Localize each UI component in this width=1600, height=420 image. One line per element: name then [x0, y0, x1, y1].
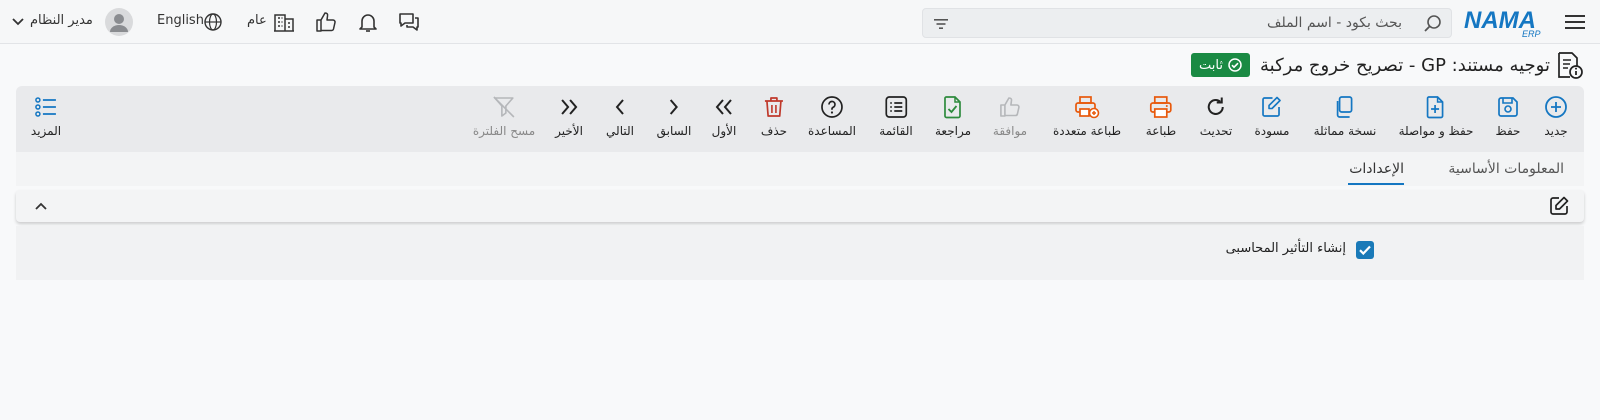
chevron-left-icon	[615, 99, 624, 115]
approve-button[interactable]: موافقة	[993, 94, 1027, 138]
search-input[interactable]	[957, 9, 1402, 37]
section-header	[16, 190, 1584, 222]
svg-text:ERP: ERP	[1522, 29, 1541, 38]
file-check-icon	[944, 96, 961, 119]
double-chevron-left-icon	[715, 99, 732, 115]
user-avatar-icon[interactable]	[105, 8, 133, 36]
chevron-up-icon[interactable]	[33, 198, 49, 214]
multi-print-button[interactable]: طباعة متعددة	[1053, 94, 1121, 138]
form-tabs: المعلومات الأساسية الإعدادات	[16, 152, 1584, 186]
clear-filter-button[interactable]: مسح الفلترة	[473, 94, 535, 138]
building-icon[interactable]	[272, 10, 296, 34]
language-switch[interactable]: English	[157, 13, 204, 28]
delete-button[interactable]: حذف	[761, 94, 787, 138]
refresh-button[interactable]: تحديث	[1200, 94, 1232, 138]
menu-icon[interactable]	[1564, 12, 1586, 32]
check-circle-icon	[1228, 58, 1242, 72]
copy-icon	[1337, 96, 1353, 118]
save-button[interactable]: حفظ	[1495, 94, 1521, 138]
thumbs-up-icon[interactable]	[314, 10, 338, 34]
list-bullets-icon	[35, 97, 56, 117]
check-icon	[1359, 245, 1371, 256]
last-button[interactable]: الأخير	[555, 94, 583, 138]
page-title: توجيه مستند: GP - تصريح خروج مركبة	[1259, 54, 1550, 76]
add-circle-icon	[1545, 96, 1567, 118]
user-name[interactable]: مدير النظام	[30, 13, 93, 28]
list-button[interactable]: القائمة	[879, 94, 913, 138]
print-button[interactable]: طباعة	[1146, 94, 1176, 138]
company-label[interactable]: عام	[247, 13, 267, 28]
first-button[interactable]: الأول	[711, 94, 737, 138]
filter-icon[interactable]	[932, 15, 950, 33]
printer-icon	[1150, 96, 1172, 118]
save-icon	[1498, 97, 1518, 117]
review-button[interactable]: مراجعة	[935, 94, 971, 138]
save-and-continue-button[interactable]: حفظ و مواصلة	[1399, 94, 1473, 138]
filter-off-icon	[493, 96, 515, 118]
tab-settings[interactable]: الإعدادات	[1349, 161, 1404, 177]
refresh-icon	[1208, 97, 1224, 115]
document-title-row: توجيه مستند: GP - تصريح خروج مركبة ثابت	[1191, 48, 1584, 82]
chevron-right-icon	[670, 99, 679, 115]
thumbs-up-icon	[1000, 97, 1020, 117]
edit-icon[interactable]	[1548, 195, 1570, 217]
create-accounting-effect-label: إنشاء التأثير المحاسبى	[1225, 241, 1346, 256]
multi-printer-icon	[1075, 96, 1100, 119]
globe-icon[interactable]	[203, 12, 223, 32]
list-icon	[885, 96, 907, 118]
double-chevron-right-icon	[561, 99, 578, 115]
status-badge: ثابت	[1191, 53, 1250, 77]
settings-panel: إنشاء التأثير المحاسبى	[16, 226, 1584, 280]
draft-button[interactable]: مسودة	[1255, 94, 1289, 138]
file-add-icon	[1427, 96, 1444, 119]
tab-basic-info[interactable]: المعلومات الأساسية	[1448, 161, 1564, 177]
search-icon	[1424, 15, 1441, 32]
more-button[interactable]: المزيد	[31, 94, 61, 138]
nama-erp-logo[interactable]: NAMA ERP	[1464, 6, 1550, 38]
create-accounting-effect-checkbox[interactable]	[1356, 241, 1374, 259]
help-icon	[821, 96, 843, 118]
edit-document-icon	[1262, 96, 1282, 117]
action-toolbar: جديد حفظ حفظ و مواصلة نسخة مماثلة مسودة …	[16, 86, 1584, 152]
bell-icon[interactable]	[356, 10, 380, 34]
document-info-icon	[1558, 52, 1583, 79]
active-tab-indicator	[1348, 183, 1404, 185]
next-button[interactable]: التالي	[606, 94, 634, 138]
search-box[interactable]	[922, 8, 1452, 38]
previous-button[interactable]: السابق	[657, 94, 691, 138]
trash-icon	[765, 97, 783, 117]
chat-icon[interactable]	[397, 10, 421, 34]
duplicate-button[interactable]: نسخة مماثلة	[1314, 94, 1376, 138]
help-button[interactable]: المساعدة	[808, 94, 856, 138]
top-header: NAMA ERP عام English	[0, 0, 1600, 44]
new-button[interactable]: جديد	[1543, 94, 1569, 138]
status-badge-label: ثابت	[1199, 57, 1223, 73]
chevron-down-icon[interactable]	[11, 15, 25, 29]
